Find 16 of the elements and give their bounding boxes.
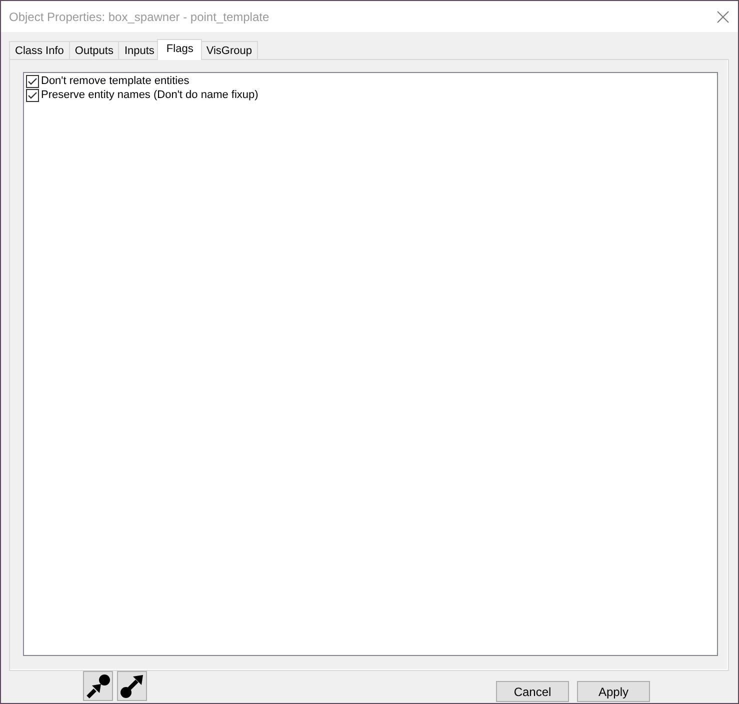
flag-label[interactable]: Don't remove template entities: [41, 75, 190, 87]
close-icon[interactable]: [717, 10, 729, 22]
arrow-to-dot-icon: [85, 673, 111, 699]
dialog-button[interactable]: Cancel: [496, 681, 569, 702]
icon-button[interactable]: [117, 671, 147, 701]
dot-with-arrow-icon: [119, 673, 145, 699]
window-title: Object Properties: box_spawner - point_template: [9, 10, 270, 24]
tab[interactable]: VisGroup: [200, 41, 258, 59]
checkbox[interactable]: [26, 74, 39, 88]
tab[interactable]: Flags: [157, 39, 202, 60]
checkbox[interactable]: [26, 88, 39, 102]
flag-label[interactable]: Preserve entity names (Don't do name fixup): [41, 89, 258, 101]
tab[interactable]: Class Info: [9, 41, 70, 59]
icon-button[interactable]: [83, 671, 113, 701]
tab[interactable]: Outputs: [68, 41, 120, 59]
dialog-button[interactable]: Apply: [577, 681, 650, 702]
